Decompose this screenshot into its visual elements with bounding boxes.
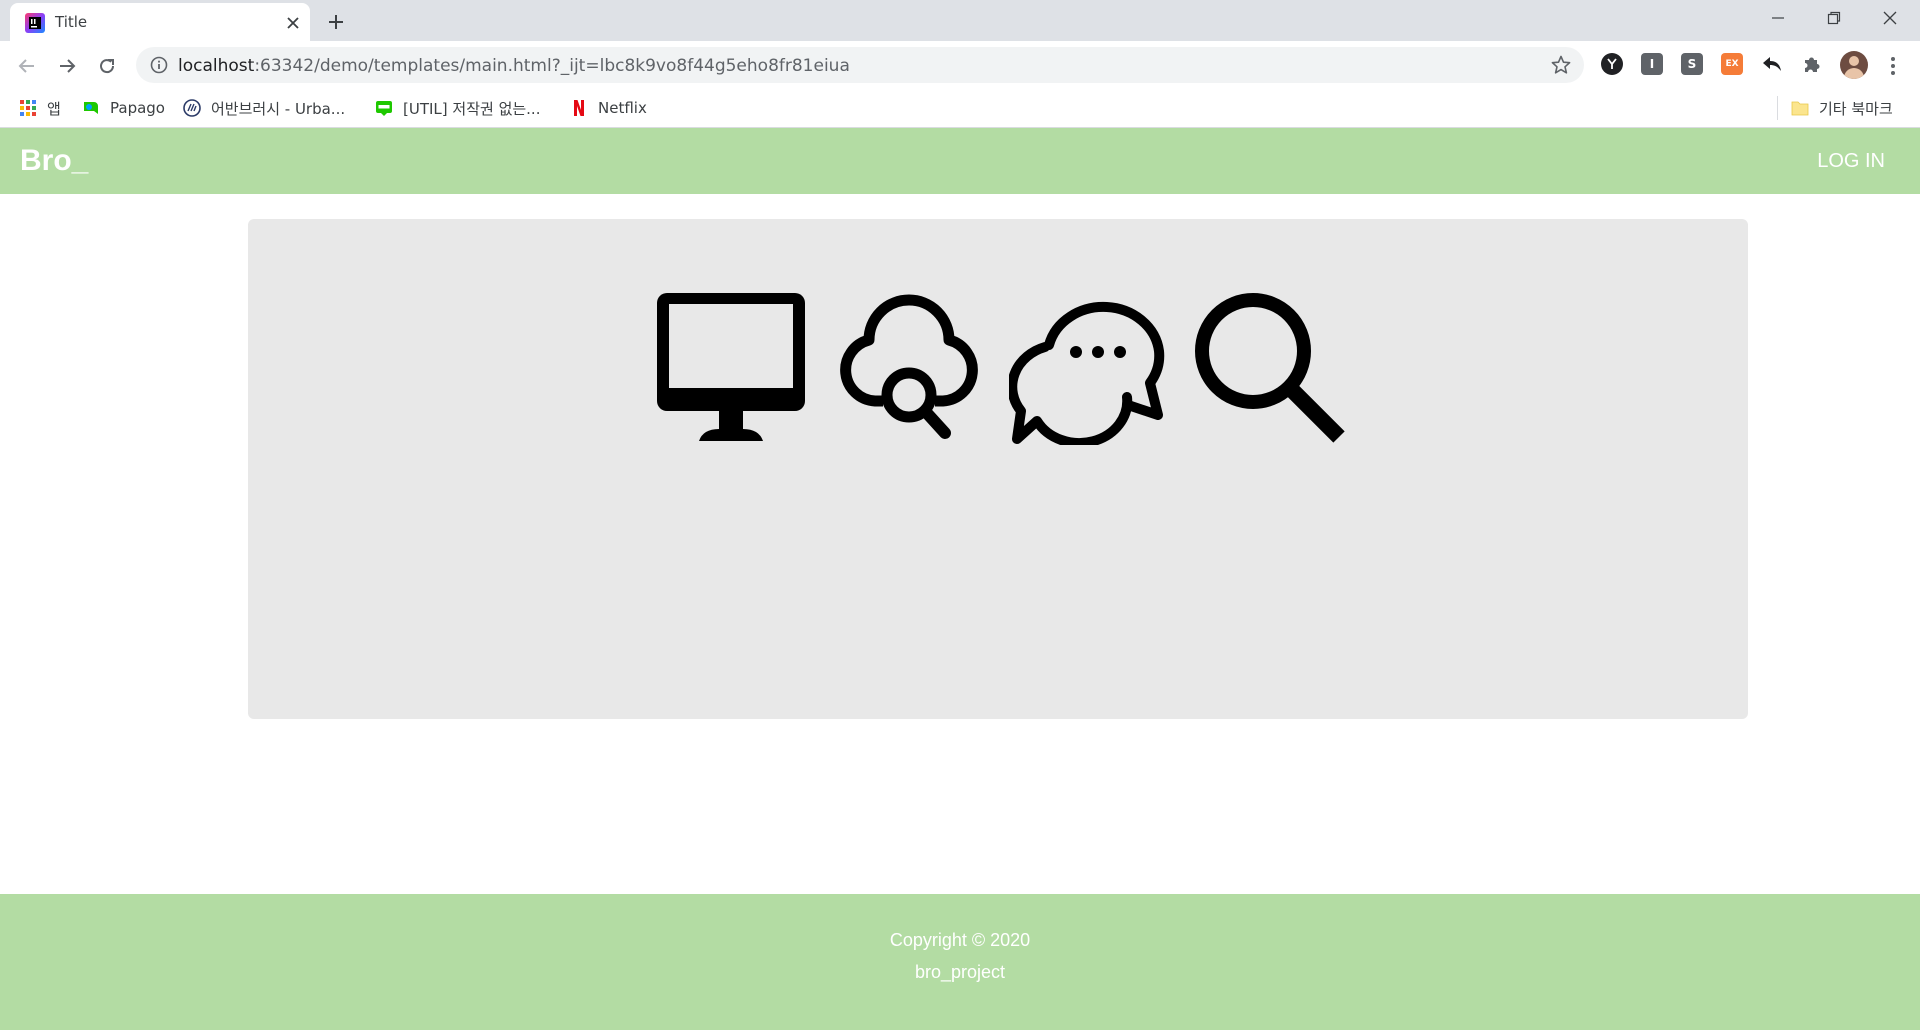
bookmark-urbanbrush[interactable]: 어반브러시 - Urba... [183,97,345,119]
browser-tab[interactable]: Title [10,3,310,41]
browser-toolbar: localhost:63342/demo/templates/main.html… [0,41,1920,88]
footer-project-name: bro_project [914,962,1006,982]
bookmark-papago[interactable]: Papago [82,97,165,119]
extension-ex-icon[interactable]: EX [1721,53,1743,75]
minimize-window-icon[interactable] [1750,0,1806,36]
bookmark-other[interactable]: 기타 북마크 [1791,97,1893,119]
bookmark-label: [UTIL] 저작권 없는... [403,99,541,118]
browser-menu-icon[interactable] [1882,53,1904,79]
bookmark-label: 기타 북마크 [1819,99,1893,118]
login-link[interactable]: LOG IN [1817,150,1885,173]
intellij-favicon-icon [25,13,45,33]
bookmark-label: 어반브러시 - Urba... [211,99,346,118]
profile-avatar[interactable] [1840,51,1868,79]
magnifier-icon[interactable] [1191,289,1347,445]
address-bar[interactable]: localhost:63342/demo/templates/main.html… [136,47,1584,83]
reload-icon[interactable] [92,51,122,81]
restore-window-icon[interactable] [1806,0,1862,36]
cloud-search-icon[interactable] [831,289,987,445]
bookmark-label: Papago [110,99,165,117]
browser-tab-strip: Title [0,0,1920,41]
bookmark-label: Netflix [598,99,647,117]
hero-panel [248,219,1748,719]
bookmarks-divider [1777,96,1778,120]
site-info-icon[interactable] [150,56,168,74]
bookmark-util[interactable]: [UTIL] 저작권 없는... [375,97,540,119]
bookmark-netflix[interactable]: Netflix [570,97,647,119]
site-header: Bro_ LOG IN [0,128,1920,194]
new-tab-icon[interactable] [322,8,350,36]
bookmarks-bar: 앱 Papago 어반브러시 - Urba... [UTIL] 저작권 없는..… [0,88,1920,128]
close-tab-icon[interactable] [282,12,304,34]
footer-copyright: Copyright © 2020 [889,930,1031,950]
forward-arrow-icon[interactable] [52,51,82,81]
papago-icon [84,102,98,114]
reply-arrow-icon[interactable] [1761,53,1783,75]
tab-title: Title [55,13,88,31]
netflix-icon [574,100,584,116]
urbanbrush-icon [183,99,201,117]
blog-icon [376,101,392,116]
extension-s-icon[interactable]: S [1681,53,1703,75]
brand-logo[interactable]: Bro_ [20,144,88,178]
bookmark-apps[interactable]: 앱 [19,97,61,119]
close-window-icon[interactable] [1862,0,1918,36]
extensions-puzzle-icon[interactable] [1801,53,1823,75]
chat-bubbles-icon[interactable] [1009,289,1165,445]
apps-grid-icon [20,100,36,116]
back-arrow-icon[interactable] [12,51,42,81]
extension-y-icon[interactable] [1601,53,1623,75]
site-footer: Copyright © 2020 bro_project [0,894,1920,1030]
feature-icon-row [653,289,1353,449]
monitor-icon[interactable] [653,289,809,445]
bookmark-star-icon[interactable] [1550,54,1572,76]
extension-i-icon[interactable]: I [1641,53,1663,75]
url-text: localhost:63342/demo/templates/main.html… [178,56,850,76]
bookmark-label: 앱 [47,99,61,118]
folder-icon [1791,101,1809,116]
